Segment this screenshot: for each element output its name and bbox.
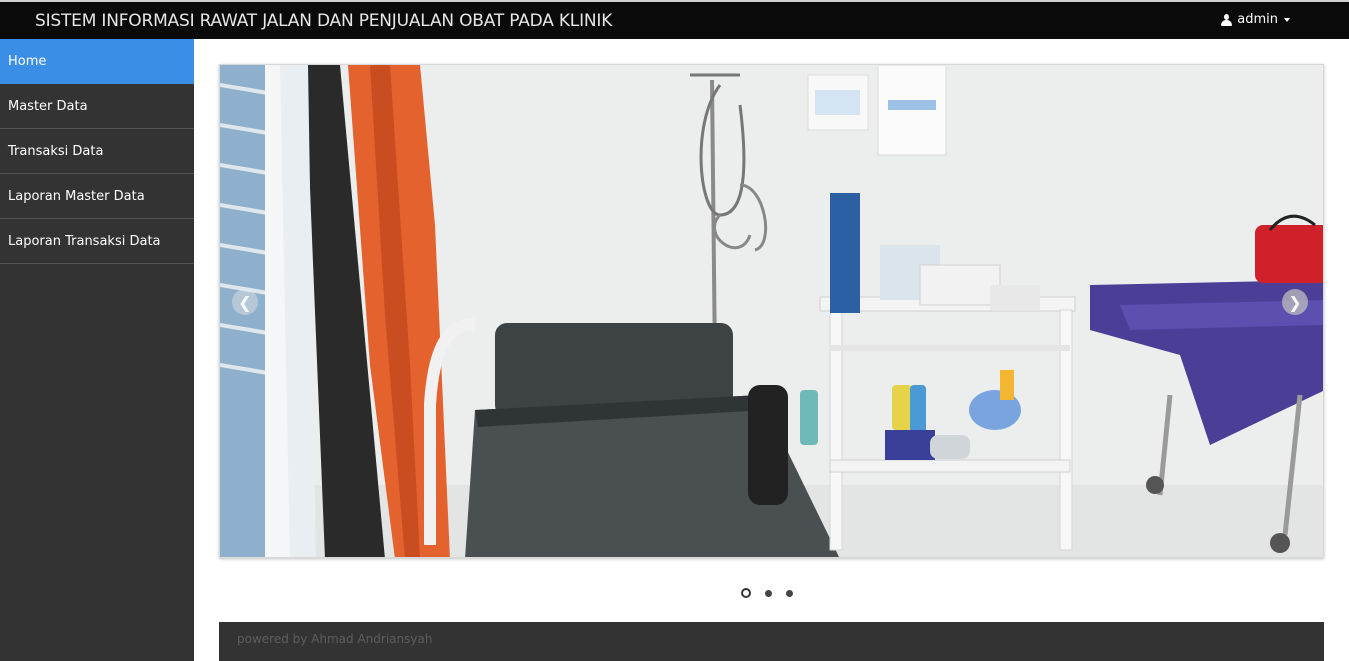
sidebar-item-transaksi-data[interactable]: Transaksi Data xyxy=(0,129,194,174)
sidebar: Home Master Data Transaksi Data Laporan … xyxy=(0,39,194,661)
carousel-indicator-1[interactable] xyxy=(741,588,751,598)
image-carousel[interactable]: ❮ ❯ xyxy=(219,64,1324,558)
chevron-left-icon: ❮ xyxy=(238,292,252,312)
sidebar-item-master-data[interactable]: Master Data xyxy=(0,84,194,129)
user-icon xyxy=(1221,13,1233,26)
sidebar-item-home[interactable]: Home xyxy=(0,39,194,84)
user-name: admin xyxy=(1237,12,1278,27)
carousel-next-button[interactable]: ❯ xyxy=(1282,289,1308,315)
sidebar-item-laporan-transaksi-data[interactable]: Laporan Transaksi Data xyxy=(0,219,194,264)
carousel-indicators xyxy=(741,588,793,598)
user-menu[interactable]: admin xyxy=(1221,12,1290,27)
footer-credit: powered by Ahmad Andriansyah xyxy=(237,632,433,646)
carousel-indicator-3[interactable] xyxy=(786,589,793,597)
app-title: SISTEM INFORMASI RAWAT JALAN DAN PENJUAL… xyxy=(35,11,613,31)
top-navbar: SISTEM INFORMASI RAWAT JALAN DAN PENJUAL… xyxy=(0,0,1349,39)
footer: powered by Ahmad Andriansyah xyxy=(219,622,1324,661)
chevron-right-icon: ❯ xyxy=(1288,292,1302,312)
carousel-prev-button[interactable]: ❮ xyxy=(232,289,258,315)
slide-image xyxy=(220,65,1323,557)
caret-down-icon xyxy=(1284,17,1290,22)
sidebar-item-laporan-master-data[interactable]: Laporan Master Data xyxy=(0,174,194,219)
carousel-indicator-2[interactable] xyxy=(765,589,772,597)
